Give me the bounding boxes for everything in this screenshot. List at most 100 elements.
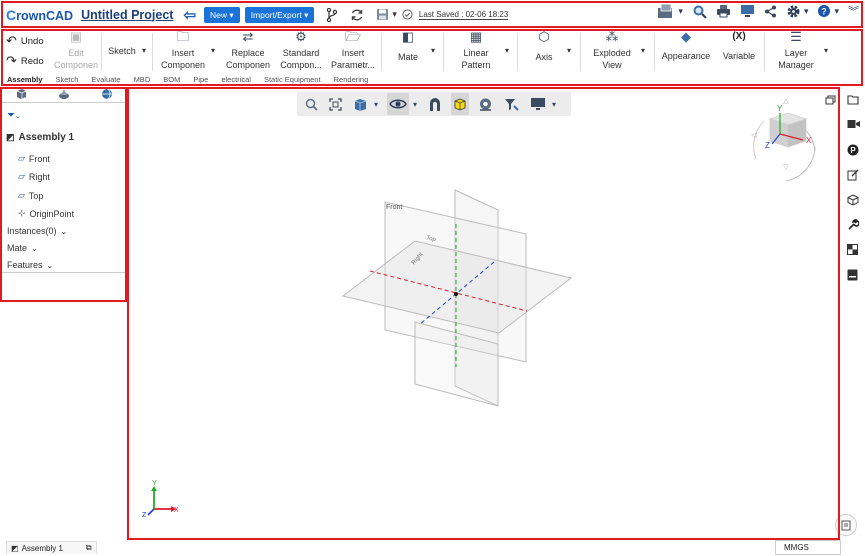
help-icon[interactable]: ? ▾ [817,4,839,18]
layer-manager-button[interactable]: ☰ Layer Manager [770,30,822,71]
mate-chevron-down-icon[interactable]: ▾ [431,46,435,55]
tree-group-label: Features [7,260,43,270]
redo-button[interactable]: ↷ Redo [6,53,44,69]
cube-y-label: Y [777,104,783,113]
units-select[interactable]: MMGS [775,540,841,555]
tree-item-right[interactable]: ▱ Right [18,171,50,182]
view-cube[interactable]: △ ▽ ◁ X Y Z [751,98,816,182]
tab-evaluate[interactable]: Evaluate [91,75,120,84]
tab-globe-icon[interactable] [101,88,113,103]
print-icon[interactable] [716,4,731,18]
origin-point[interactable] [454,292,458,296]
cube-outline-icon[interactable] [847,194,859,209]
appearance-button[interactable]: ◆ Appearance [659,30,713,62]
variable-icon: (X) [732,31,746,42]
insert-parametric-button[interactable]: 🗁 Insert Parametr... [328,29,378,71]
exploded-view-button[interactable]: ⁂ Exploded View [586,30,638,71]
tab-electrical[interactable]: electrical [221,75,251,84]
sync-icon[interactable] [350,8,364,22]
tree-group-label: Mate [7,243,28,253]
3d-viewport[interactable]: ▾ ▾ ▾ Front Top Right △ ▽ ◁ X Y Z X Y Z [128,89,857,540]
variable-button[interactable]: (X) Variable [717,31,761,62]
filter-icon[interactable]: ⏷⌄ [7,110,21,121]
tab-rendering[interactable]: Rendering [334,75,369,84]
tree-item-top[interactable]: ▱ Top [18,190,43,201]
storage-icon[interactable] [847,269,858,284]
wrench-icon[interactable] [847,219,860,234]
sketch-chevron-down-icon[interactable]: ▾ [142,46,146,55]
tab-sketch[interactable]: Sketch [55,75,78,84]
tree-item-front[interactable]: ▱ Front [18,153,50,164]
axis-icon: ⬡ [538,29,550,44]
status-bar: ◩ Assembly 1 ⧉ MMGS [0,540,865,556]
feature-tree-panel: ⏷⌄ ◩ Assembly 1 ▱ Front ▱ Right ▱ Top ⊹ Origi… [0,86,127,301]
linear-pattern-button[interactable]: ▦ Linear Pattern [450,30,502,71]
insert-component-chevron-down-icon[interactable]: ▾ [211,46,215,55]
rotate-arc [753,120,765,160]
tree-group-instances[interactable]: Instances(0) ⌄ [7,226,67,236]
plane-icon: ▱ [18,190,25,200]
search-icon[interactable] [692,4,707,19]
tab-feature-tree-icon[interactable] [16,88,27,103]
layer-manager-chevron-down-icon[interactable]: ▾ [824,46,828,55]
axis-button[interactable]: ⬡ Axis [524,29,564,63]
folder-icon[interactable] [847,94,859,108]
edit-note-icon[interactable] [847,169,859,184]
cube-left-arrow-icon[interactable]: ◁ [751,132,757,139]
tree-root-assembly[interactable]: ◩ Assembly 1 [6,132,74,143]
plane-icon: ▱ [18,171,25,181]
save-icon[interactable] [376,8,389,21]
sketch-button[interactable]: Sketch [104,45,140,57]
collapse-icon[interactable]: ︾ [848,3,859,19]
rotate-arc [785,146,816,182]
linear-pattern-label-1: Linear [463,48,489,58]
cube-up-arrow-icon[interactable]: △ [783,98,789,105]
replace-component-icon: ⇄ [242,29,254,44]
share-icon[interactable] [764,5,777,18]
standard-component-button[interactable]: ⚙ Standard Compon... [276,29,326,71]
exploded-view-chevron-down-icon[interactable]: ▾ [641,46,645,55]
edit-component-label-1: Edit [68,48,84,58]
parking-p-icon[interactable]: P [847,144,859,159]
toolbar-divider [381,33,382,71]
tab-pipe[interactable]: Pipe [193,75,208,84]
linear-pattern-chevron-down-icon[interactable]: ▾ [505,46,509,55]
tab-property-icon[interactable] [58,88,70,103]
insert-parametric-icon: 🗁 [344,29,362,44]
tree-group-mate[interactable]: Mate ⌄ [7,243,38,253]
tab-mbd[interactable]: MBD [134,75,151,84]
replace-component-button[interactable]: ⇄ Replace Componen [222,29,274,71]
cube-down-arrow-icon[interactable]: ▽ [783,164,789,171]
tab-static-equipment[interactable]: Static Equipment [264,75,321,84]
import-export-button[interactable]: Import/Export ▾ [244,6,315,23]
undo-button[interactable]: ↶ Undo [6,33,44,49]
checker-icon[interactable] [847,244,858,258]
document-tab[interactable]: ◩ Assembly 1 ⧉ [6,541,97,554]
panel-tabs [0,86,127,103]
tab-bom[interactable]: BOM [163,75,180,84]
cube-z-label: Z [765,141,770,150]
restore-tab-icon[interactable]: ⧉ [86,543,92,553]
standard-component-icon: ⚙ [295,29,307,44]
tree-group-features[interactable]: Features ⌄ [7,260,53,270]
redo-label: Redo [20,55,44,67]
branch-icon[interactable] [326,7,338,22]
top-plane[interactable] [341,240,573,334]
tree-item-originpoint[interactable]: ⊹ OriginPoint [18,208,74,219]
new-button[interactable]: New ▾ [204,6,240,23]
display-icon[interactable]: ▾ [657,3,683,19]
mate-button[interactable]: ◧ Mate [388,30,428,63]
tab-assembly[interactable]: Assembly [7,75,42,84]
right-sidebar: P [843,89,865,540]
app-logo[interactable]: CrownCAD [6,7,73,23]
edit-component-label-2: Componen [53,60,99,70]
axis-chevron-down-icon[interactable]: ▾ [567,46,571,55]
insert-component-button[interactable]: 🗀 Insert Componen [158,30,208,71]
monitor-icon[interactable] [740,4,755,18]
project-title[interactable]: Untitled Project [81,8,173,22]
gear-icon[interactable]: ▾ [786,4,808,19]
video-camera-icon[interactable] [847,119,860,132]
save-dropdown-chevron-icon[interactable]: ▾ [392,9,397,20]
edit-component-button[interactable]: ▣ Edit Componen [52,30,100,71]
back-arrow-icon[interactable]: ⇦ [183,6,196,24]
